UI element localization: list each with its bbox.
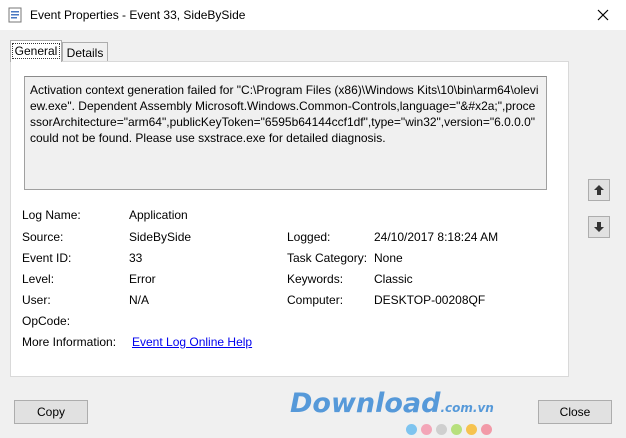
watermark-dot — [406, 424, 417, 435]
event-viewer-icon — [8, 7, 22, 23]
watermark-dot — [481, 424, 492, 435]
watermark-dots — [406, 424, 492, 435]
event-id-label: Event ID: — [22, 251, 72, 265]
opcode-label: OpCode: — [22, 314, 71, 328]
close-window-button[interactable] — [580, 0, 626, 30]
log-name-label: Log Name: — [22, 208, 81, 222]
event-description[interactable]: Activation context generation failed for… — [24, 76, 547, 190]
tab-general[interactable]: General — [10, 40, 62, 62]
tab-general-label: General — [11, 43, 61, 59]
watermark-dot — [436, 424, 447, 435]
next-event-button[interactable] — [588, 216, 610, 238]
keywords-value[interactable]: Classic — [374, 272, 413, 286]
log-name-value[interactable]: Application — [129, 208, 188, 222]
watermark-dot — [451, 424, 462, 435]
event-id-value[interactable]: 33 — [129, 251, 142, 265]
computer-value[interactable]: DESKTOP-00208QF — [374, 293, 485, 307]
watermark-text: Download — [290, 388, 441, 419]
source-label: Source: — [22, 230, 64, 244]
user-value[interactable]: N/A — [129, 293, 149, 307]
task-category-label: Task Category: — [287, 251, 368, 265]
arrow-up-icon — [594, 185, 604, 195]
previous-event-button[interactable] — [588, 179, 610, 201]
title-bar: Event Properties - Event 33, SideBySide — [0, 0, 626, 30]
window-title: Event Properties - Event 33, SideBySide — [30, 8, 246, 22]
watermark-dot — [466, 424, 477, 435]
keywords-label: Keywords: — [287, 272, 344, 286]
close-icon — [597, 9, 609, 21]
tab-details[interactable]: Details — [62, 42, 108, 62]
copy-button[interactable]: Copy — [14, 400, 88, 424]
computer-label: Computer: — [287, 293, 344, 307]
more-information-label: More Information: — [22, 335, 117, 349]
event-log-online-help-link[interactable]: Event Log Online Help — [132, 335, 252, 349]
task-category-value[interactable]: None — [374, 251, 403, 265]
download-watermark: Download.com.vn — [290, 388, 494, 419]
arrow-down-icon — [594, 222, 604, 232]
watermark-dot — [421, 424, 432, 435]
level-value[interactable]: Error — [129, 272, 156, 286]
tab-details-label: Details — [66, 46, 104, 60]
close-button[interactable]: Close — [538, 400, 612, 424]
logged-label: Logged: — [287, 230, 331, 244]
source-value[interactable]: SideBySide — [129, 230, 191, 244]
user-label: User: — [22, 293, 51, 307]
logged-value[interactable]: 24/10/2017 8:18:24 AM — [374, 230, 498, 244]
watermark-suffix: .com.vn — [440, 401, 494, 415]
level-label: Level: — [22, 272, 55, 286]
